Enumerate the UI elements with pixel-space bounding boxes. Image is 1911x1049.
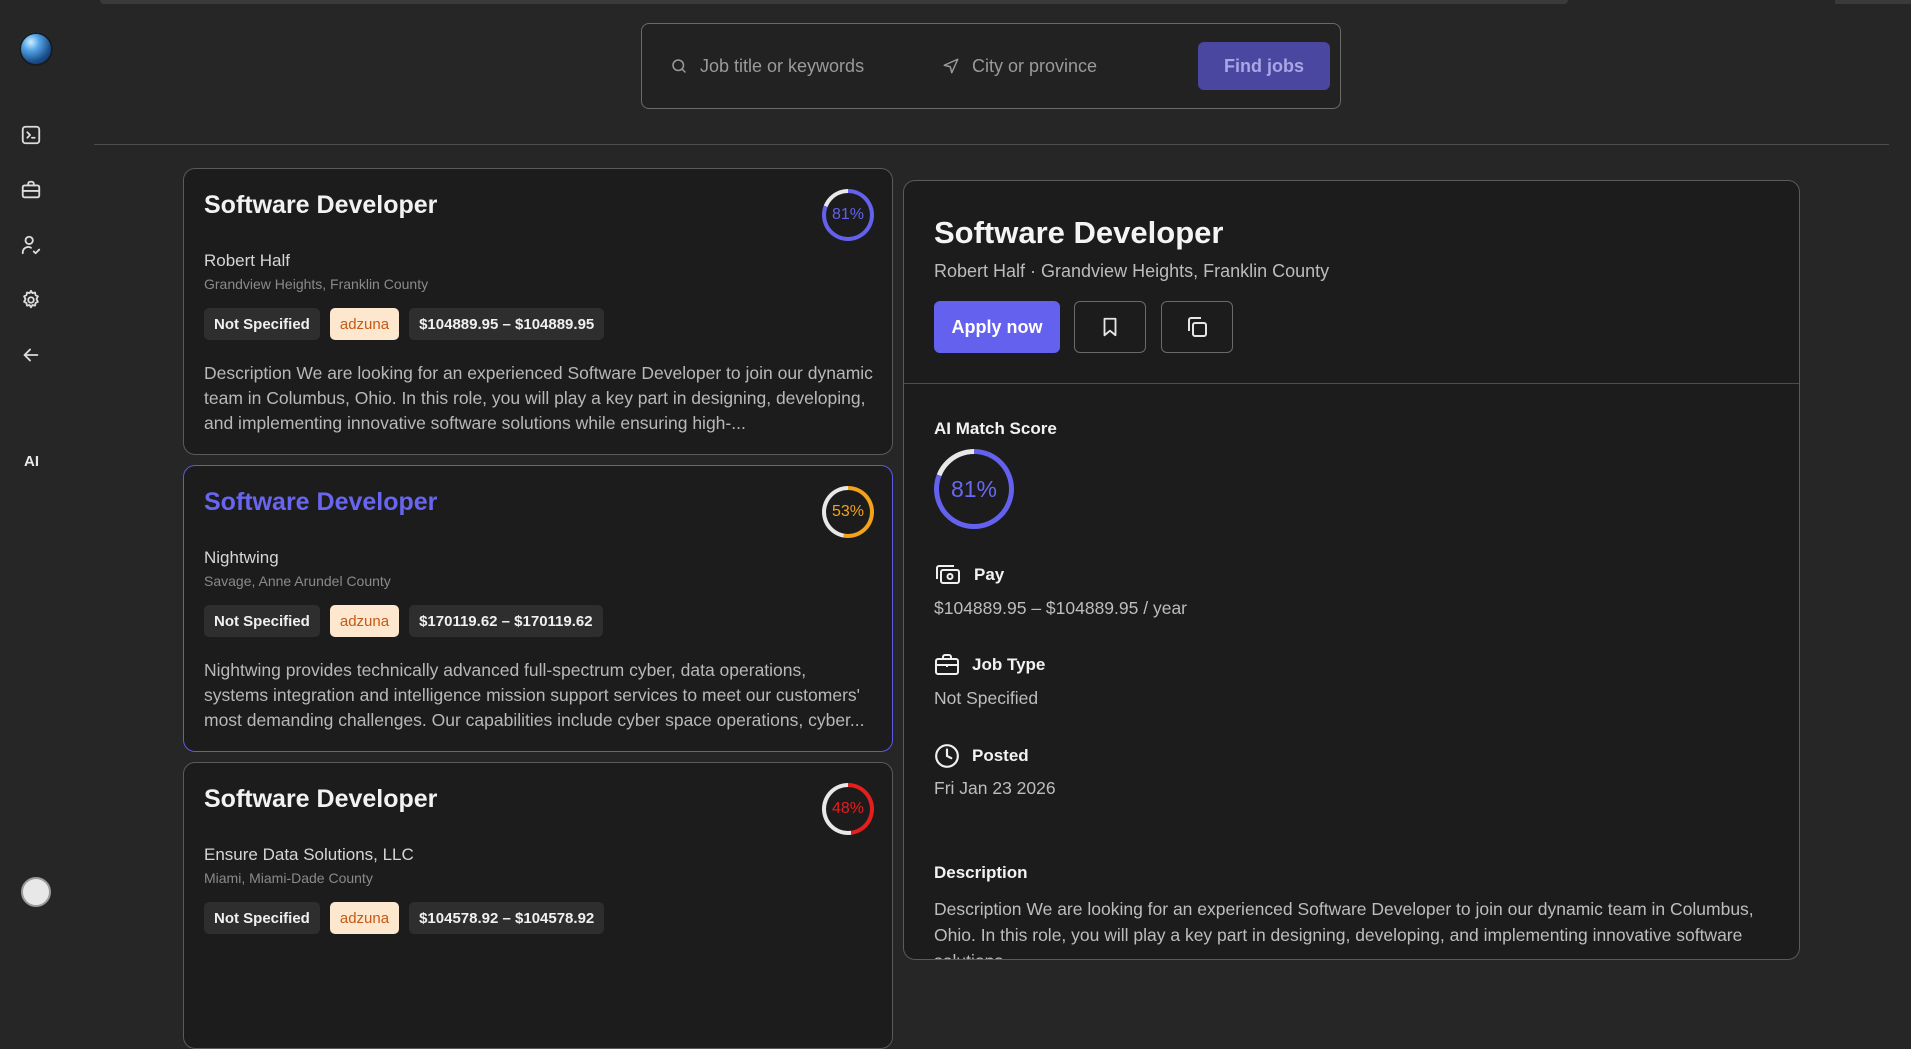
job-type-badge: Not Specified [204, 605, 320, 637]
job-description-preview: Description We are looking for an experi… [204, 363, 873, 433]
search-bar: Job title or keywords City or province F… [641, 23, 1341, 109]
match-score-text: 81% [826, 193, 870, 237]
job-location: Savage, Anne Arundel County [204, 573, 391, 589]
company-name: Ensure Data Solutions, LLC [204, 845, 414, 864]
header-divider [94, 144, 1889, 145]
tag-list: Not Specified adzuna $104889.95 – $10488… [204, 308, 605, 340]
job-title[interactable]: Software Developer [204, 191, 437, 220]
description-heading: Description [934, 863, 1028, 882]
job-detail-panel: Software Developer Robert Half · Grandvi… [903, 180, 1800, 960]
arrow-left-icon[interactable] [18, 342, 44, 368]
search-icon [672, 59, 686, 73]
detail-match-score-ring: 81% [934, 449, 1014, 529]
job-title[interactable]: Software Developer [204, 785, 437, 814]
job-card[interactable]: Software Developer 48% Ensure Data Solut… [183, 762, 893, 1049]
job-type-badge: Not Specified [204, 902, 320, 934]
job-type-badge: Not Specified [204, 308, 320, 340]
job-description-preview: Nightwing provides technically advanced … [204, 660, 865, 730]
terminal-icon[interactable] [18, 122, 44, 148]
salary-badge: $170119.62 – $170119.62 [409, 605, 603, 637]
location-input[interactable]: City or province [972, 56, 1097, 77]
source-badge: adzuna [329, 605, 400, 637]
match-score-text: 53% [826, 490, 870, 534]
match-score-ring: 53% [822, 486, 874, 538]
pay-heading: Pay [934, 563, 1004, 587]
avatar[interactable] [21, 877, 51, 907]
briefcase-icon [935, 654, 959, 675]
keywords-field[interactable]: Job title or keywords [670, 24, 910, 108]
job-type-value: Not Specified [934, 688, 1039, 708]
detail-subtitle: Robert Half · Grandview Heights, Frankli… [934, 261, 1330, 281]
match-score-label: AI Match Score [934, 419, 1057, 438]
browser-top-strip [100, 0, 1568, 4]
detail-title: Software Developer [934, 215, 1224, 250]
pay-value: $104889.95 – $104889.95 / year [934, 598, 1187, 618]
salary-badge: $104889.95 – $104889.95 [409, 308, 605, 340]
job-card[interactable]: Software Developer 81% Robert Half Grand… [183, 168, 893, 455]
job-title[interactable]: Software Developer [204, 488, 437, 517]
job-card-selected[interactable]: Software Developer 53% Nightwing Savage,… [183, 465, 893, 752]
bookmark-icon [1103, 317, 1117, 337]
bookmark-button[interactable] [1074, 301, 1146, 353]
apply-now-button[interactable]: Apply now [934, 301, 1060, 353]
clock-icon [935, 744, 959, 768]
posted-label: Posted [972, 746, 1029, 765]
job-type-label: Job Type [972, 655, 1046, 674]
location-field[interactable]: City or province [942, 24, 1182, 108]
gear-icon[interactable] [18, 287, 44, 313]
find-jobs-button[interactable]: Find jobs [1198, 42, 1330, 90]
match-score-text: 48% [826, 787, 870, 831]
tag-list: Not Specified adzuna $104578.92 – $10457… [204, 902, 605, 934]
job-location: Miami, Miami-Dade County [204, 870, 373, 886]
tag-list: Not Specified adzuna $170119.62 – $17011… [204, 605, 603, 637]
job-location: Grandview Heights, Franklin County [204, 276, 429, 292]
source-badge: adzuna [329, 308, 400, 340]
job-type-heading: Job Type [934, 653, 1045, 677]
company-name: Nightwing [204, 548, 279, 567]
match-score-ring: 48% [822, 783, 874, 835]
posted-value: Fri Jan 23 2026 [934, 778, 1056, 798]
app-logo[interactable] [19, 32, 53, 66]
posted-heading: Posted [934, 743, 1029, 769]
salary-badge: $104578.92 – $104578.92 [409, 902, 605, 934]
company-name: Robert Half [204, 251, 290, 270]
detail-divider [904, 383, 1799, 384]
copy-icon [1188, 317, 1207, 337]
copy-button[interactable] [1161, 301, 1233, 353]
detail-match-score-text: 81% [939, 454, 1009, 524]
source-badge: adzuna [329, 902, 400, 934]
briefcase-icon[interactable] [18, 177, 44, 203]
cash-icon [936, 565, 960, 584]
keywords-input[interactable]: Job title or keywords [700, 56, 864, 77]
sidebar: AI [0, 0, 70, 931]
navigation-icon [943, 58, 959, 74]
ai-label[interactable]: AI [24, 453, 39, 470]
user-check-icon[interactable] [18, 232, 44, 258]
pay-label: Pay [974, 565, 1005, 584]
browser-top-strip-right [1835, 0, 1911, 4]
detail-description: Description We are looking for an experi… [934, 899, 1754, 959]
match-score-ring: 81% [822, 189, 874, 241]
